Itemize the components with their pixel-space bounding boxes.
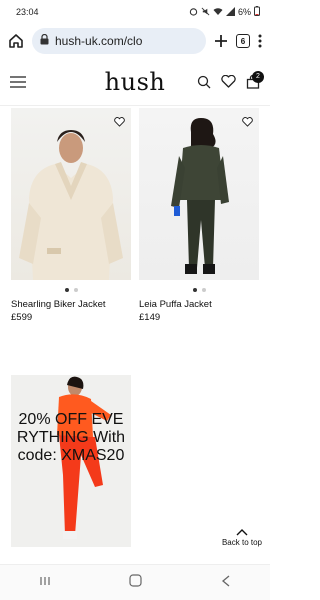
address-bar[interactable]: hush-uk.com/clo [32,28,206,54]
tab-switcher-icon[interactable]: 6 [236,34,250,48]
header-actions: 2 [197,70,264,89]
status-time: 23:04 [16,7,39,17]
system-nav-bar [0,564,270,600]
signal-icon [225,6,235,18]
wifi-icon [213,7,223,18]
recent-apps-icon[interactable] [39,574,51,592]
product-price: £599 [11,312,33,323]
promo-text: 20% OFF EVERYTHING With code: XMAS20 [16,411,126,464]
back-to-top-button[interactable]: Back to top [222,528,262,547]
chevron-up-icon [236,528,248,538]
status-indicators: 6% [189,6,260,18]
product-price: £149 [139,312,161,323]
image-carousel-dots[interactable] [139,288,259,292]
carousel-dot[interactable] [73,288,78,292]
product-name[interactable]: Leia Puffa Jacket [139,298,259,311]
promo-banner[interactable]: 20% OFF EVERYTHING With code: XMAS20 [11,375,131,547]
back-to-top-label: Back to top [221,538,262,547]
product-card[interactable]: Leia Puffa Jacket £149 [139,108,259,324]
heart-icon[interactable] [221,75,236,88]
product-card[interactable]: Shearling Biker Jacket £599 [11,108,131,324]
bag-count-badge: 2 [252,70,264,83]
lock-icon [40,32,49,50]
alarm-icon [189,7,198,18]
shearling-jacket-photo [19,130,123,280]
product-image[interactable] [139,108,259,280]
wishlist-heart-icon[interactable] [114,114,125,132]
site-header: hush 2 [0,58,270,106]
url-text: hush-uk.com/clo [55,34,143,48]
mute-icon [201,7,210,18]
status-bar: 23:04 6% [0,0,270,24]
carousel-dot[interactable] [192,288,197,292]
browser-toolbar: hush-uk.com/clo 6 [0,24,270,58]
battery-level: 6% [237,7,251,17]
battery-icon [254,6,260,18]
product-name[interactable]: Shearling Biker Jacket [11,298,131,311]
plus-icon[interactable] [214,34,228,48]
bag-icon[interactable]: 2 [246,70,264,89]
carousel-dot[interactable] [64,288,69,292]
image-carousel-dots[interactable] [11,288,131,292]
menu-icon[interactable] [10,75,26,88]
carousel-dot[interactable] [201,288,206,292]
wishlist-heart-icon[interactable] [242,114,253,132]
search-icon[interactable] [197,75,211,89]
product-grid: Shearling Biker Jacket £599 Leia Puffa J… [0,108,270,324]
home-icon[interactable] [8,33,24,49]
home-nav-icon[interactable] [129,573,143,592]
puffa-jacket-photo [171,118,229,274]
back-nav-icon[interactable] [221,574,231,592]
product-image[interactable] [11,108,131,280]
more-icon[interactable] [258,34,262,48]
